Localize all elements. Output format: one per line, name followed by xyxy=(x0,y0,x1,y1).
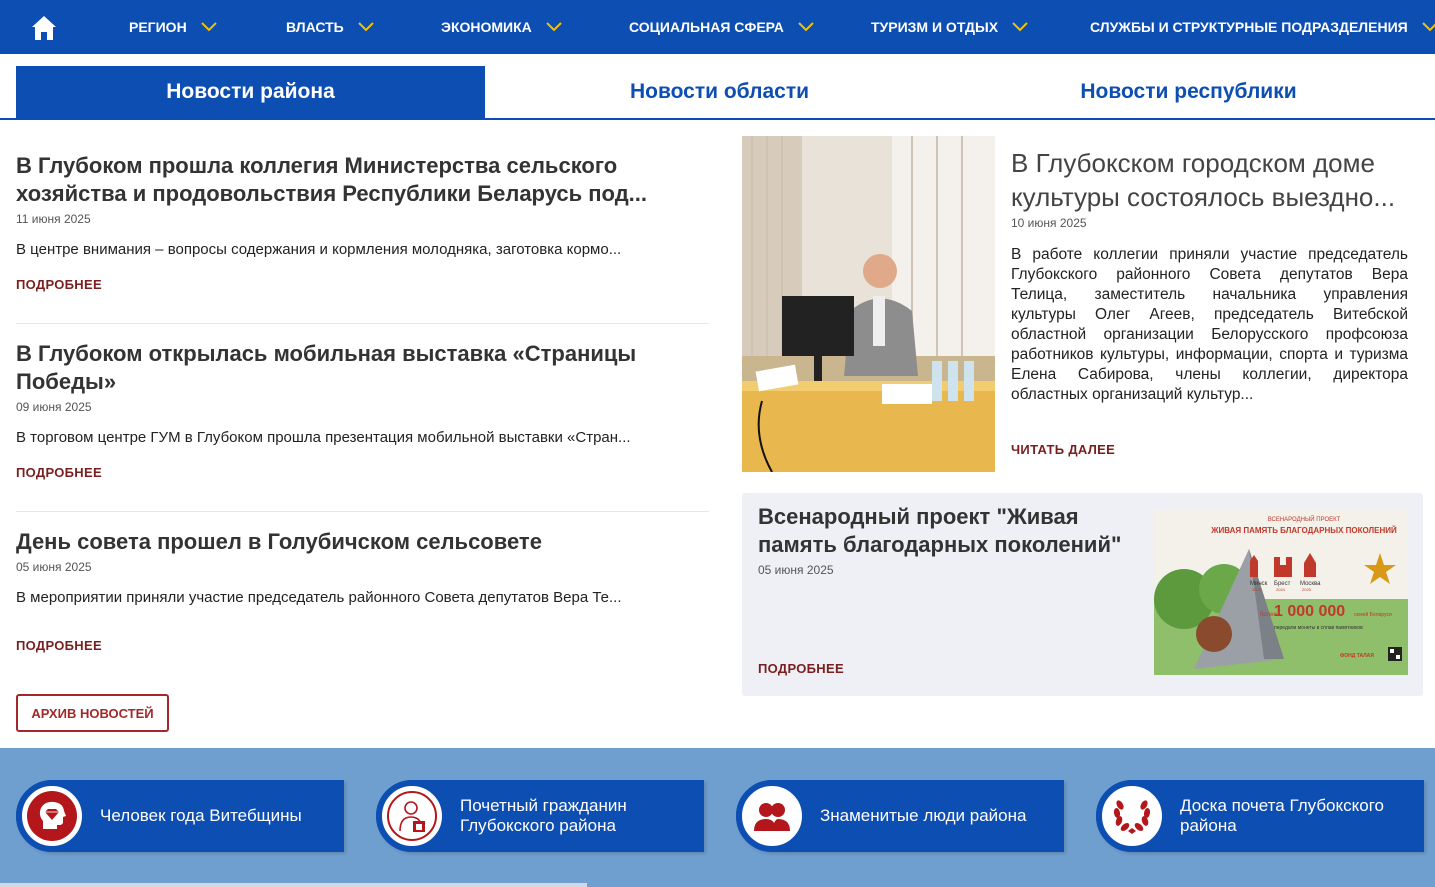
chevron-down-icon xyxy=(798,22,814,32)
news-title[interactable]: День совета прошел в Голубичском сельсов… xyxy=(16,528,709,556)
news-tabs: Новости района Новости области Новости р… xyxy=(0,66,1435,120)
nav-item-region[interactable]: РЕГИОН xyxy=(129,0,217,54)
read-more-link[interactable]: ПОДРОБНЕЕ xyxy=(16,638,709,653)
project-poster-illustration: ВСЕНАРОДНЫЙ ПРОЕКТ ЖИВАЯ ПАМЯТЬ БЛАГОДАР… xyxy=(1154,509,1408,675)
chevron-down-icon xyxy=(546,22,562,32)
card-label: Знаменитые люди района xyxy=(820,806,1027,825)
poster-caption: передали монеты в сплав памятников xyxy=(1274,625,1363,631)
card-label: Почетный гражданин Глубокского района xyxy=(460,796,627,835)
card-icon-circle xyxy=(16,780,88,852)
top-navigation: РЕГИОН ВЛАСТЬ ЭКОНОМИКА СОЦИАЛЬНАЯ СФЕРА… xyxy=(0,0,1435,54)
divider xyxy=(16,323,709,324)
news-title[interactable]: В Глубоком прошла коллегия Министерства … xyxy=(16,152,709,208)
featured-news-text: В работе коллегии приняли участие предсе… xyxy=(1011,246,1408,403)
news-item: День совета прошел в Голубичском сельсов… xyxy=(16,528,709,653)
card-label: Доска почета Глубокского района xyxy=(1180,796,1384,835)
chevron-down-icon xyxy=(1422,22,1435,32)
poster-heading: ЖИВАЯ ПАМЯТЬ БЛАГОДАРНЫХ ПОКОЛЕНИЙ xyxy=(1210,526,1397,535)
home-icon[interactable] xyxy=(30,14,58,42)
project-date: 05 июня 2025 xyxy=(758,563,834,577)
nav-item-label: РЕГИОН xyxy=(129,19,187,35)
poster-number-suffix: семей Беларуси xyxy=(1354,611,1392,618)
news-date: 09 июня 2025 xyxy=(16,400,92,414)
chevron-down-icon xyxy=(200,22,217,32)
horizontal-scrollbar[interactable] xyxy=(0,883,587,887)
poster-year: 2024 xyxy=(1276,587,1286,592)
head-diamond-icon xyxy=(39,801,66,829)
divider xyxy=(16,511,709,512)
chevron-down-icon xyxy=(1012,22,1028,32)
card-person-of-year[interactable]: Человек года Витебщины xyxy=(16,780,344,852)
laurel-wreath-icon xyxy=(1113,800,1151,834)
card-honor-board[interactable]: Доска почета Глубокского района xyxy=(1096,780,1424,852)
nav-item-label: ВЛАСТЬ xyxy=(286,19,344,35)
project-title[interactable]: Всенародный проект "Живая память благода… xyxy=(758,503,1138,559)
news-lead: В центре внимания – вопросы содержания и… xyxy=(16,241,622,258)
nav-item-tourism[interactable]: ТУРИЗМ И ОТДЫХ xyxy=(871,0,1028,54)
card-icon-circle xyxy=(736,780,808,852)
project-poster[interactable]: ВСЕНАРОДНЫЙ ПРОЕКТ ЖИВАЯ ПАМЯТЬ БЛАГОДАР… xyxy=(1154,509,1408,675)
nav-item-label: ТУРИЗМ И ОТДЫХ xyxy=(871,19,999,35)
news-date: 05 июня 2025 xyxy=(16,560,92,574)
read-more-link[interactable]: ПОДРОБНЕЕ xyxy=(16,465,709,480)
people-icon xyxy=(754,803,790,831)
poster-fund: ФОНД ТАЛАЯ xyxy=(1340,653,1374,659)
read-more-link[interactable]: ПОДРОБНЕЕ xyxy=(16,277,709,292)
read-more-link[interactable]: ЧИТАТЬ ДАЛЕЕ xyxy=(1011,442,1115,457)
nav-item-economy[interactable]: ЭКОНОМИКА xyxy=(441,0,562,54)
nav-item-label: ЭКОНОМИКА xyxy=(441,19,532,35)
featured-news-title[interactable]: В Глубокском городском доме культуры сос… xyxy=(1011,146,1411,214)
read-more-link[interactable]: ПОДРОБНЕЕ xyxy=(758,661,844,676)
tab-district-news[interactable]: Новости района xyxy=(16,66,485,118)
poster-year: 2025 xyxy=(1302,587,1312,592)
tab-republic-news[interactable]: Новости республики xyxy=(954,66,1423,118)
news-lead: В торговом центре ГУМ в Глубоком прошла … xyxy=(16,429,631,446)
featured-photo-illustration xyxy=(742,136,995,472)
project-card: Всенародный проект "Живая память благода… xyxy=(742,493,1423,696)
chevron-down-icon xyxy=(358,22,374,32)
card-famous-people[interactable]: Знаменитые люди района xyxy=(736,780,1064,852)
nav-item-services[interactable]: СЛУЖБЫ И СТРУКТУРНЫЕ ПОДРАЗДЕЛЕНИЯ xyxy=(1090,0,1435,54)
card-honorary-citizen[interactable]: Почетный гражданин Глубокского района xyxy=(376,780,704,852)
nav-item-label: СОЦИАЛЬНАЯ СФЕРА xyxy=(629,19,784,35)
nav-item-label: СЛУЖБЫ И СТРУКТУРНЫЕ ПОДРАЗДЕЛЕНИЯ xyxy=(1090,19,1408,35)
card-icon-circle xyxy=(376,780,448,852)
nav-item-power[interactable]: ВЛАСТЬ xyxy=(286,0,374,54)
honorary-citizen-icon xyxy=(399,801,425,832)
featured-news-date: 10 июня 2025 xyxy=(1011,216,1087,230)
tab-region-news[interactable]: Новости области xyxy=(485,66,954,118)
card-icon-circle xyxy=(1096,780,1168,852)
poster-number: 1 000 000 xyxy=(1274,603,1345,620)
featured-news-photo[interactable] xyxy=(742,136,995,472)
nav-item-social[interactable]: СОЦИАЛЬНАЯ СФЕРА xyxy=(629,0,814,54)
news-date: 11 июня 2025 xyxy=(16,212,91,226)
news-archive-button[interactable]: АРХИВ НОВОСТЕЙ xyxy=(16,694,169,732)
poster-top-text: ВСЕНАРОДНЫЙ ПРОЕКТ xyxy=(1268,515,1341,523)
news-item: В Глубоком прошла коллегия Министерства … xyxy=(16,152,709,292)
news-lead: В мероприятии приняли участие председате… xyxy=(16,589,622,606)
news-title[interactable]: В Глубоком открылась мобильная выставка … xyxy=(16,340,709,396)
news-item: В Глубоком открылась мобильная выставка … xyxy=(16,340,709,480)
poster-year: 2023 xyxy=(1252,587,1262,592)
card-label: Человек года Витебщины xyxy=(100,806,302,825)
